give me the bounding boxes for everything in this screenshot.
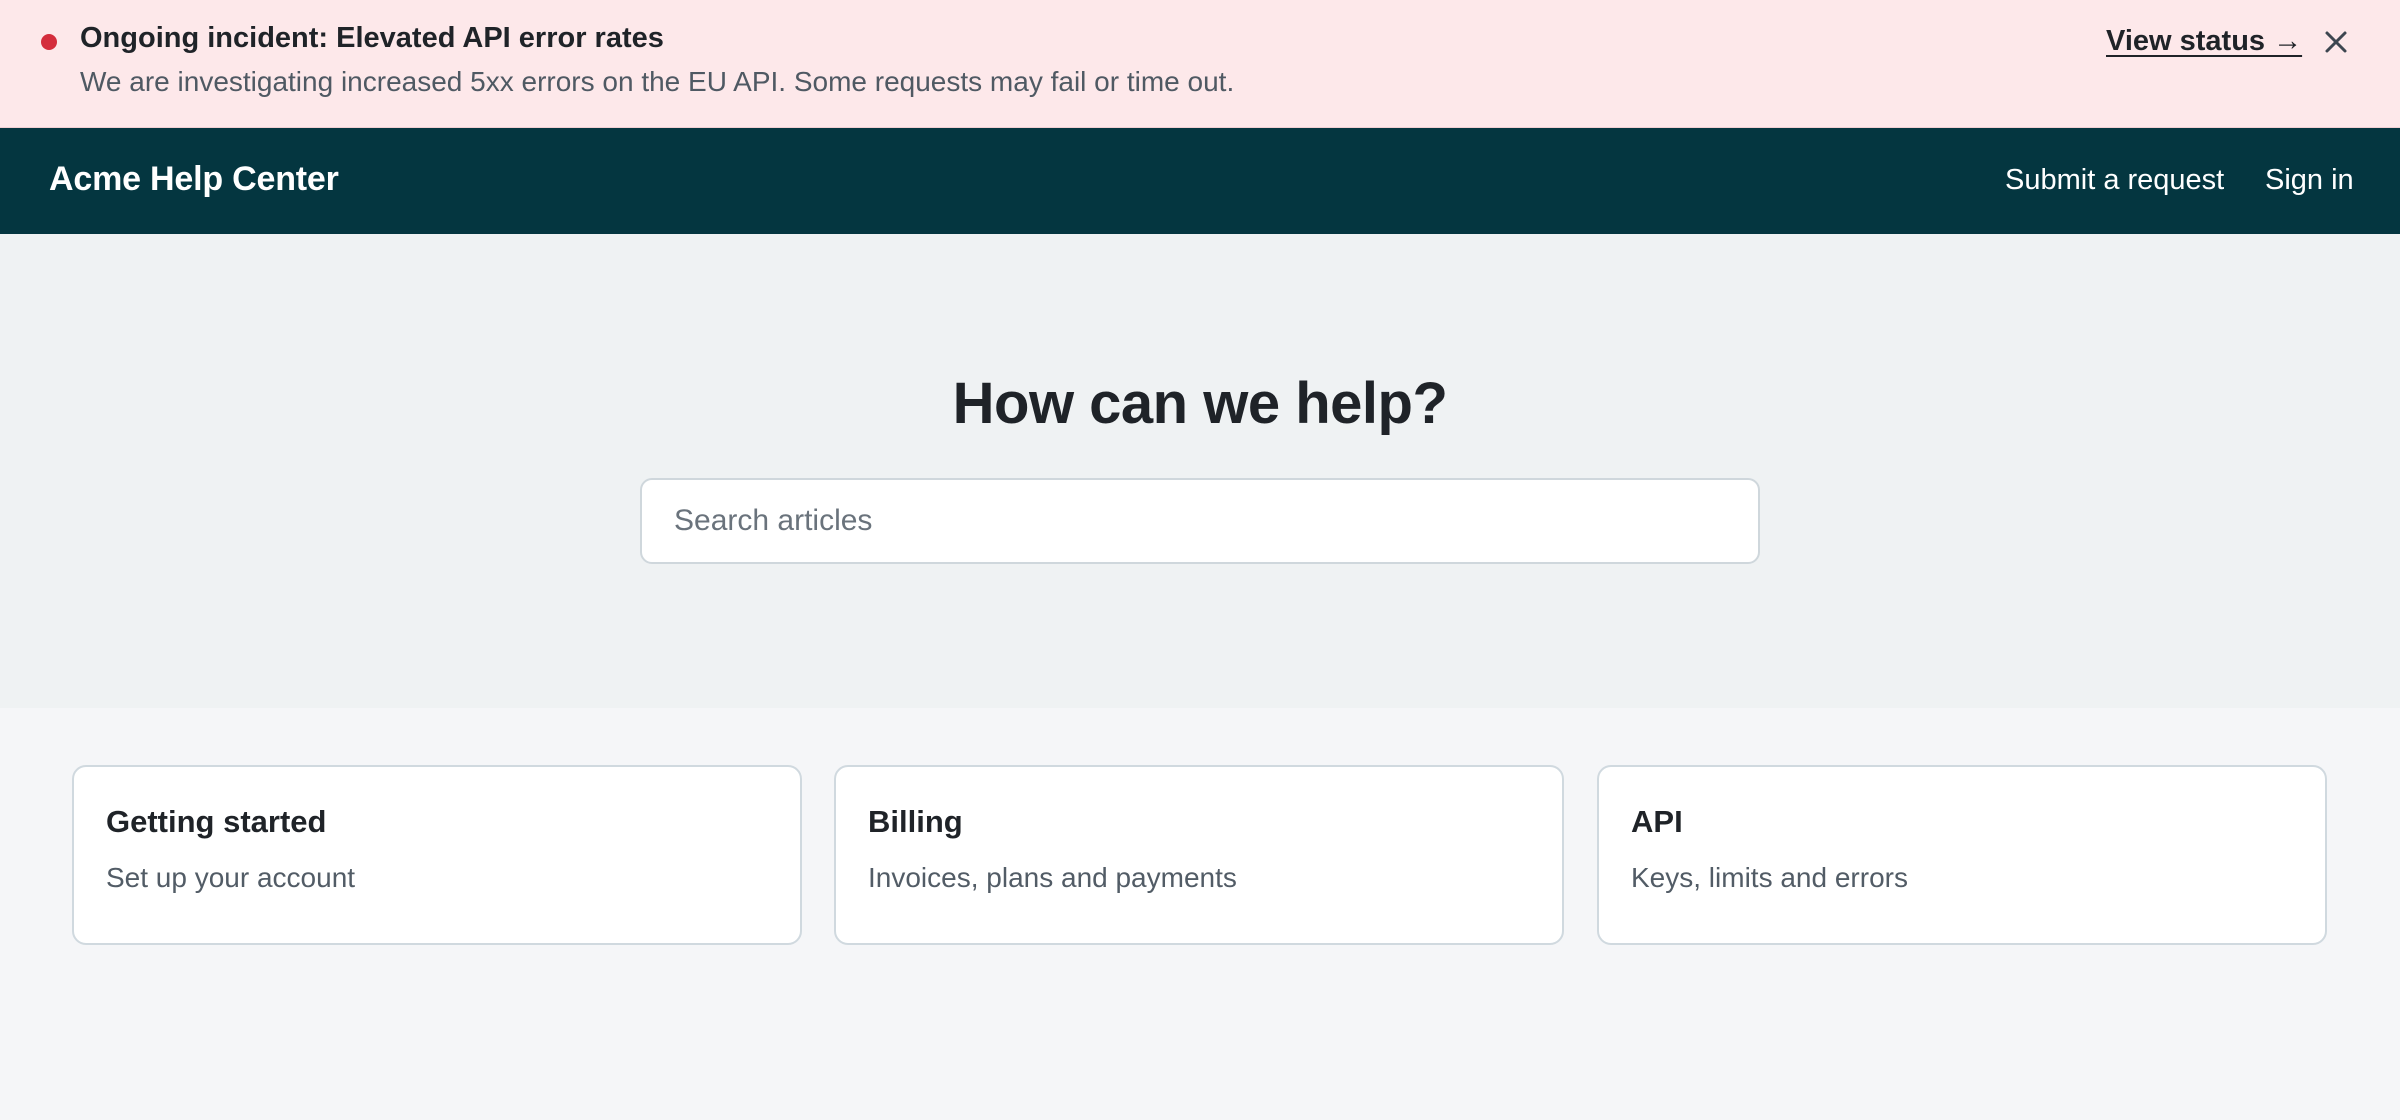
category-card-api[interactable]: API Keys, limits and errors <box>1597 765 2327 945</box>
view-status-link[interactable]: View status → <box>2106 25 2302 58</box>
status-dot-icon <box>41 34 57 50</box>
sign-in-link[interactable]: Sign in <box>2265 164 2354 197</box>
close-icon[interactable] <box>2318 24 2354 60</box>
search-box <box>640 478 1760 564</box>
incident-title: Ongoing incident: Elevated API error rat… <box>80 22 664 54</box>
brand-logo-text[interactable]: Acme Help Center <box>49 160 339 199</box>
category-card-description: Invoices, plans and payments <box>868 862 1237 893</box>
category-card-title: Billing <box>868 804 963 839</box>
incident-banner: Ongoing incident: Elevated API error rat… <box>0 0 2400 128</box>
category-card-billing[interactable]: Billing Invoices, plans and payments <box>834 765 1564 945</box>
submit-request-link[interactable]: Submit a request <box>2005 164 2224 197</box>
category-card-title: Getting started <box>106 804 327 839</box>
search-input[interactable] <box>642 480 1758 562</box>
category-card-getting-started[interactable]: Getting started Set up your account <box>72 765 802 945</box>
category-card-title: API <box>1631 804 1683 839</box>
category-card-description: Keys, limits and errors <box>1631 862 1908 893</box>
site-header: Acme Help Center Submit a request Sign i… <box>0 128 2400 234</box>
hero-title: How can we help? <box>952 371 1448 436</box>
incident-message: We are investigating increased 5xx error… <box>80 66 1235 97</box>
hero-section: How can we help? <box>0 234 2400 708</box>
category-card-description: Set up your account <box>106 862 356 893</box>
